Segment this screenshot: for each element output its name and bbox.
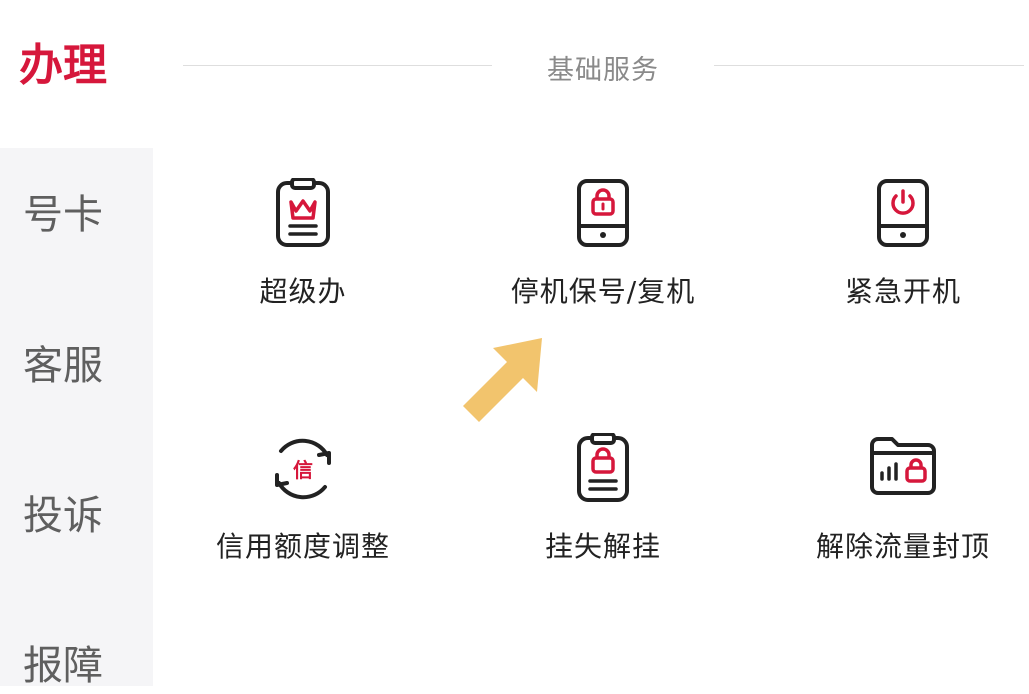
service-chaojiban[interactable]: 超级办: [153, 178, 453, 318]
service-label: 信用额度调整: [215, 530, 390, 563]
service-guashi-jiegua[interactable]: 挂失解挂: [453, 433, 753, 573]
service-jiechu-liuliang[interactable]: 解除流量封顶: [753, 433, 1029, 573]
service-label: 紧急开机: [844, 275, 961, 308]
section-title: 基础服务: [547, 55, 659, 86]
service-jinji-kaiji[interactable]: 紧急开机: [753, 178, 1029, 318]
service-label: 超级办: [259, 275, 347, 308]
credit-cycle-icon: 信: [153, 433, 453, 509]
divider-left: [183, 65, 492, 66]
clipboard-crown-icon: [153, 178, 453, 254]
service-xinyong-edu[interactable]: 信 信用额度调整: [153, 433, 453, 573]
phone-lock-icon: [453, 178, 753, 254]
folder-data-lock-icon: [753, 433, 1029, 509]
badge-lock-icon: [453, 433, 753, 509]
sidebar-item-kefu[interactable]: 客服: [0, 338, 126, 394]
service-label: 挂失解挂: [544, 530, 661, 563]
category-sidebar: 办理 号卡 客服 投诉 报障: [0, 0, 153, 689]
sidebar-item-tousu[interactable]: 投诉: [0, 488, 126, 544]
sidebar-item-haoka[interactable]: 号卡: [0, 187, 126, 243]
phone-power-icon: [753, 178, 1029, 254]
service-label: 停机保号/复机: [510, 275, 696, 308]
service-tingji-baohao[interactable]: 停机保号/复机: [453, 178, 753, 318]
sidebar-item-banli[interactable]: 办理: [0, 38, 126, 94]
svg-text:信: 信: [293, 458, 313, 482]
hint-arrow-icon: [455, 330, 555, 434]
service-label: 解除流量封顶: [815, 530, 990, 563]
section-header: 基础服务: [183, 40, 1029, 94]
divider-right: [714, 65, 1024, 66]
